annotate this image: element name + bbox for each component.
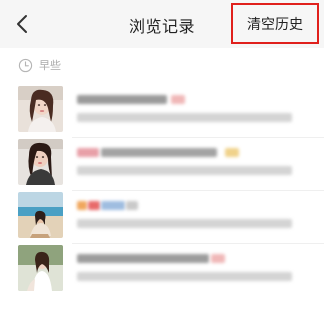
clear-history-button[interactable]: 清空历史: [231, 3, 319, 44]
clock-icon: [18, 58, 33, 72]
history-list-item[interactable]: [0, 86, 324, 138]
item-thumbnail: [18, 192, 63, 238]
browse-history-page: 浏览记录 清空历史 早些: [0, 0, 324, 313]
item-thumbnail: [18, 139, 63, 185]
section-label: 早些: [39, 59, 61, 72]
section-header-earlier: 早些: [18, 55, 61, 75]
item-thumbnail: [18, 86, 63, 132]
top-navigation-bar: 浏览记录 清空历史: [0, 0, 324, 48]
clear-history-label: 清空历史: [247, 16, 303, 33]
history-list-item[interactable]: [0, 192, 324, 244]
history-list-item[interactable]: [0, 139, 324, 191]
history-list-item[interactable]: [0, 245, 324, 297]
item-thumbnail: [18, 245, 63, 291]
